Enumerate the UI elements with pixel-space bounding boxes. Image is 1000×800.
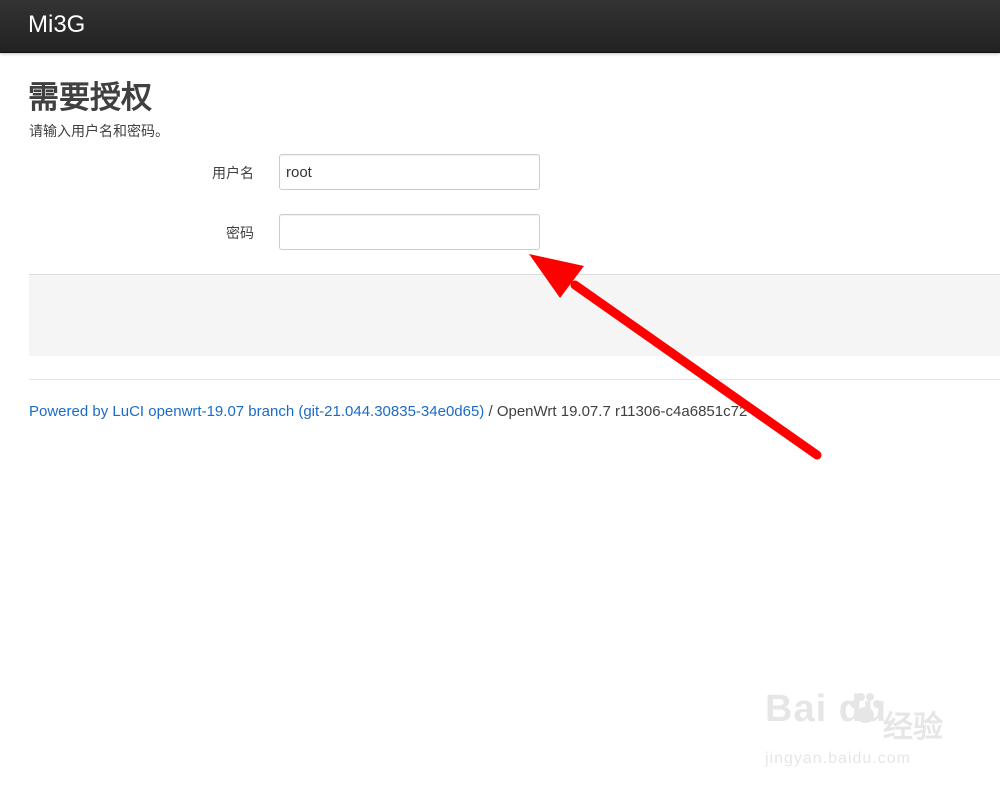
username-label: 用户名 bbox=[212, 166, 254, 182]
form-actions-bar bbox=[29, 274, 1000, 356]
footer: Powered by LuCI openwrt-19.07 branch (gi… bbox=[29, 403, 747, 420]
luci-link[interactable]: Powered by LuCI openwrt-19.07 branch (gi… bbox=[29, 403, 484, 420]
annotation-arrow-icon bbox=[529, 254, 822, 460]
page-description: 请输入用户名和密码。 bbox=[29, 124, 169, 140]
watermark-cn: 经验 bbox=[883, 710, 943, 745]
brand-link[interactable]: Mi3G bbox=[28, 11, 85, 39]
paw-icon bbox=[850, 693, 881, 723]
watermark-url: jingyan.baidu.com bbox=[765, 750, 911, 767]
footer-separator: / bbox=[484, 403, 497, 420]
username-field[interactable] bbox=[279, 154, 540, 190]
openwrt-version: OpenWrt 19.07.7 r11306-c4a6851c72 bbox=[496, 403, 748, 420]
footer-divider bbox=[29, 379, 1000, 380]
page-title: 需要授权 bbox=[28, 80, 152, 116]
top-navbar: Mi3G bbox=[0, 0, 1000, 53]
password-field[interactable] bbox=[279, 214, 540, 250]
password-label: 密码 bbox=[226, 226, 254, 242]
baidu-watermark: Bai du 经验 jingyan.baidu.com bbox=[765, 688, 955, 778]
